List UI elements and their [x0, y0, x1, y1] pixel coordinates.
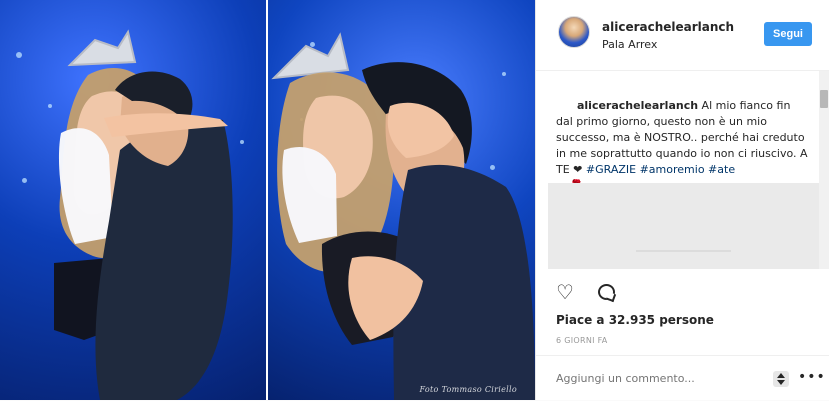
comments-placeholder [548, 183, 819, 269]
post-sidebar: alicerachelearlanch Pala Arrex Segui ali… [535, 0, 829, 400]
post-location[interactable]: Pala Arrex [602, 38, 657, 51]
hashtag-amoremio[interactable]: #amoremio [640, 163, 705, 176]
avatar[interactable] [558, 16, 590, 48]
photo-watermark: Foto Tommaso Ciriello [419, 385, 517, 394]
post-actions: ♡ [550, 282, 630, 306]
crown-left [67, 29, 137, 67]
sort-icon[interactable] [773, 371, 789, 387]
comment-icon[interactable] [598, 284, 615, 300]
post-time: 6 GIORNI FA [556, 336, 608, 345]
follow-button[interactable]: Segui [764, 22, 812, 46]
couple-illustration [54, 29, 535, 400]
comment-input[interactable] [556, 369, 726, 387]
crown-right [271, 32, 350, 80]
post-header: alicerachelearlanch Pala Arrex Segui [536, 0, 829, 71]
hashtag-ate[interactable]: #ate [708, 163, 735, 176]
caption-scrollbar-thumb[interactable] [820, 90, 828, 108]
instagram-post: Foto Tommaso Ciriello alicerachelearlanc… [0, 0, 829, 400]
caption-author[interactable]: alicerachelearlanch [577, 99, 698, 112]
comment-bar: ••• [536, 355, 829, 401]
post-photo[interactable]: Foto Tommaso Ciriello [0, 0, 535, 400]
likes-count[interactable]: Piace a 32.935 persone [556, 313, 714, 327]
heart-icon[interactable]: ♡ [556, 282, 574, 302]
post-username[interactable]: alicerachelearlanch [602, 20, 734, 34]
hashtag-grazie[interactable]: #GRAZIE [586, 163, 636, 176]
placeholder-line [636, 250, 731, 252]
more-icon[interactable]: ••• [798, 369, 826, 385]
